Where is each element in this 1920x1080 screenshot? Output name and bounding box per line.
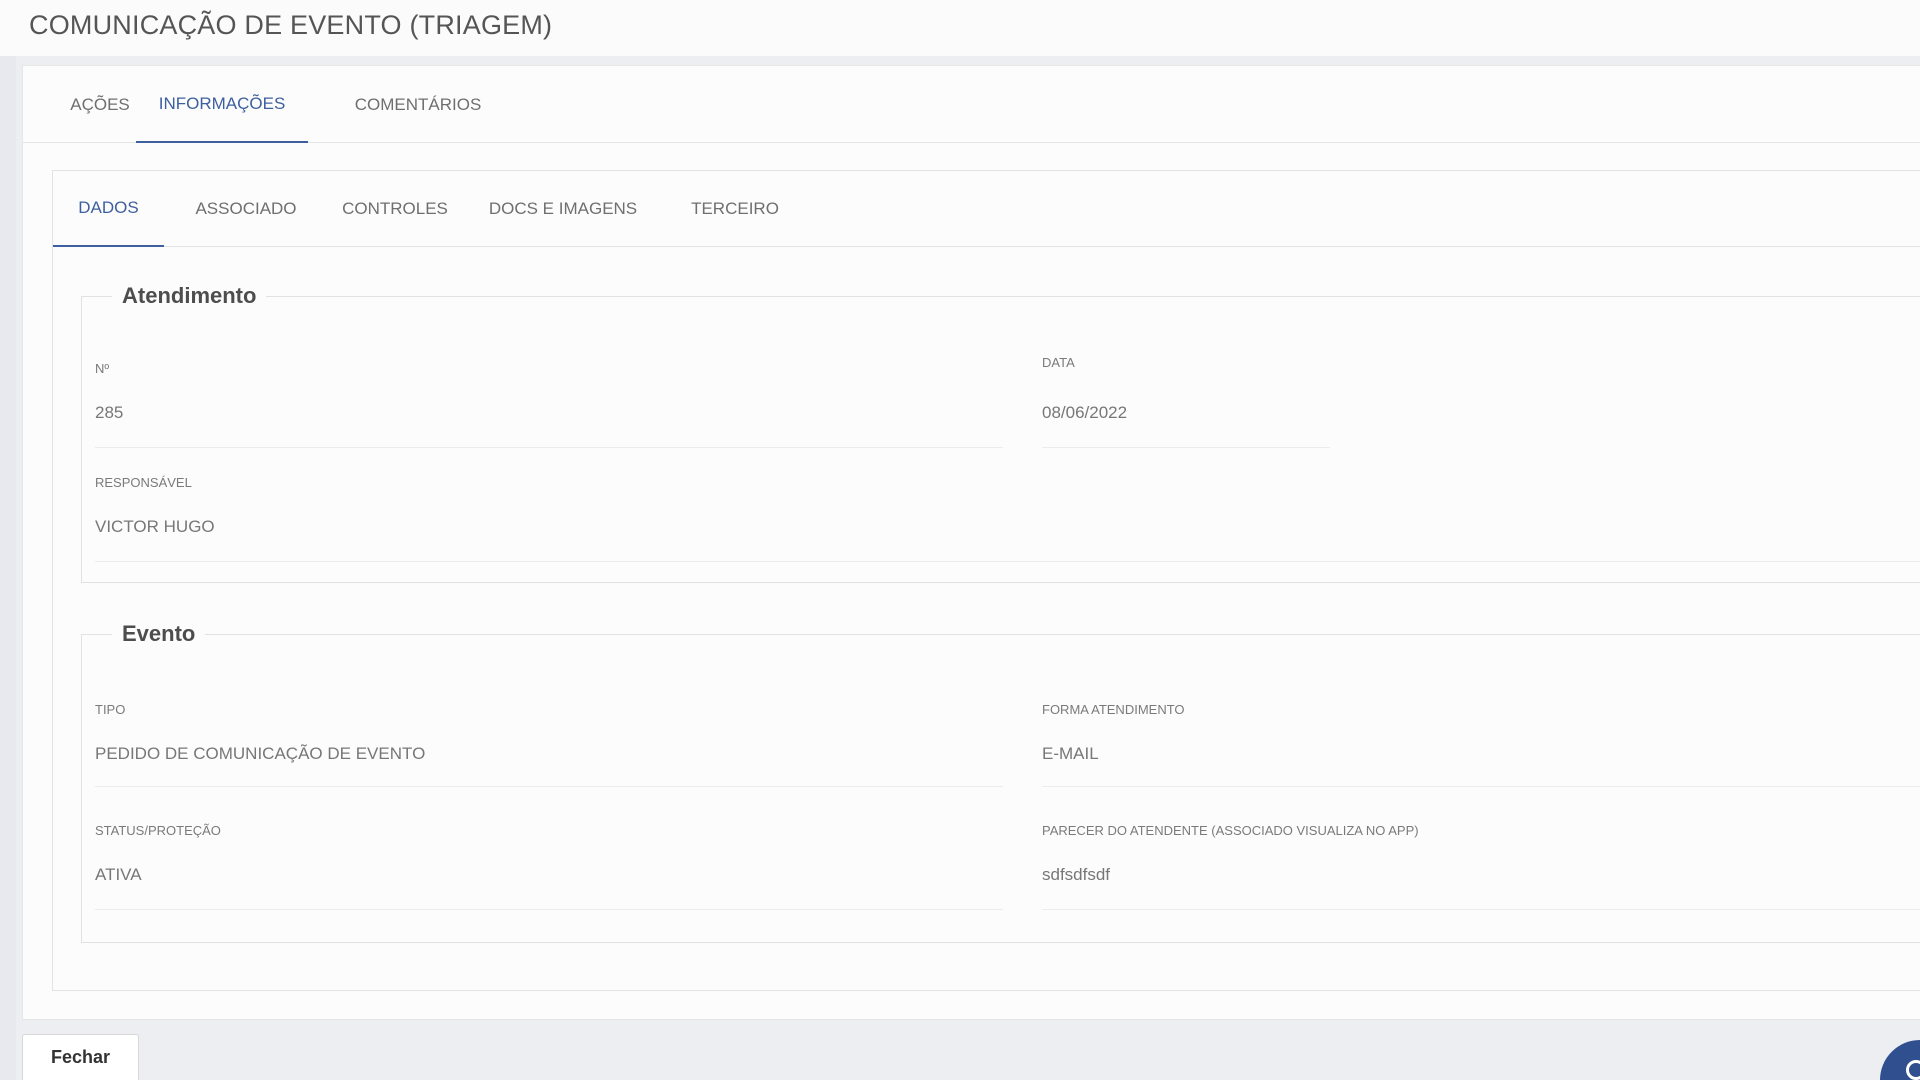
data-underline — [1042, 447, 1330, 448]
tipo-underline — [95, 786, 1003, 787]
data-field: DATA 08/06/2022 — [1042, 355, 1332, 453]
parecer-label: PARECER DO ATENDENTE (ASSOCIADO VISUALIZ… — [1042, 823, 1419, 838]
tipo-field: TIPO PEDIDO DE COMUNICAÇÃO DE EVENTO — [95, 702, 1005, 792]
numero-field: Nº 285 — [95, 361, 1005, 453]
page-title: COMUNICAÇÃO DE EVENTO (TRIAGEM) — [29, 10, 553, 40]
status-field: STATUS/PROTEÇÃO ATIVA — [95, 823, 1005, 915]
title-bar: COMUNICAÇÃO DE EVENTO (TRIAGEM) — [0, 0, 1920, 56]
data-value: 08/06/2022 — [1042, 403, 1128, 422]
tab-docs-e-imagens[interactable]: DOCS E IMAGENS — [478, 171, 648, 247]
tab-dados[interactable]: DADOS — [53, 171, 164, 247]
outer-tabs: AÇÕES INFORMAÇÕES COMENTÁRIOS — [23, 66, 1920, 143]
status-label: STATUS/PROTEÇÃO — [95, 823, 221, 838]
tipo-value: PEDIDO DE COMUNICAÇÃO DE EVENTO — [95, 744, 426, 763]
atendimento-title: Atendimento — [122, 283, 257, 308]
tab-comentarios[interactable]: COMENTÁRIOS — [333, 66, 503, 143]
evento-section: Evento TIPO PEDIDO DE COMUNICAÇÃO DE EVE… — [81, 621, 1920, 943]
forma-atendimento-underline — [1042, 786, 1920, 787]
chat-icon — [1906, 1060, 1920, 1080]
forma-atendimento-field: FORMA ATENDIMENTO E-MAIL — [1042, 702, 1920, 792]
tab-informacoes[interactable]: INFORMAÇÕES — [136, 66, 308, 143]
left-strip — [0, 56, 16, 1080]
inner-tabs: DADOS ASSOCIADO CONTROLES DOCS E IMAGENS… — [53, 171, 1920, 247]
parecer-underline — [1042, 909, 1920, 910]
numero-value: 285 — [95, 403, 124, 422]
tab-controles[interactable]: CONTROLES — [337, 171, 453, 247]
outer-card: AÇÕES INFORMAÇÕES COMENTÁRIOS DADOS ASSO… — [22, 65, 1920, 1020]
close-button[interactable]: Fechar — [22, 1034, 139, 1080]
status-underline — [95, 909, 1003, 910]
tab-associado[interactable]: ASSOCIADO — [186, 171, 306, 247]
atendimento-section: Atendimento Nº 285 DATA 08/06/2022 RESPO… — [81, 283, 1920, 583]
numero-underline — [95, 447, 1003, 448]
data-label: DATA — [1042, 355, 1075, 370]
status-value: ATIVA — [95, 865, 142, 884]
chat-bubble-button[interactable] — [1880, 1040, 1920, 1080]
tab-terceiro[interactable]: TERCEIRO — [670, 171, 800, 247]
responsavel-value: VICTOR HUGO — [95, 517, 215, 536]
responsavel-underline — [95, 561, 1920, 562]
parecer-value: sdfsdfsdf — [1042, 865, 1111, 884]
tipo-label: TIPO — [95, 702, 126, 717]
inner-card: DADOS ASSOCIADO CONTROLES DOCS E IMAGENS… — [52, 170, 1920, 991]
forma-atendimento-label: FORMA ATENDIMENTO — [1042, 702, 1185, 717]
forma-atendimento-value: E-MAIL — [1042, 744, 1099, 763]
responsavel-field: RESPONSÁVEL VICTOR HUGO — [95, 475, 1920, 567]
parecer-field: PARECER DO ATENDENTE (ASSOCIADO VISUALIZ… — [1042, 823, 1920, 915]
evento-title: Evento — [122, 621, 196, 646]
responsavel-label: RESPONSÁVEL — [95, 475, 192, 490]
numero-label: Nº — [95, 361, 110, 376]
